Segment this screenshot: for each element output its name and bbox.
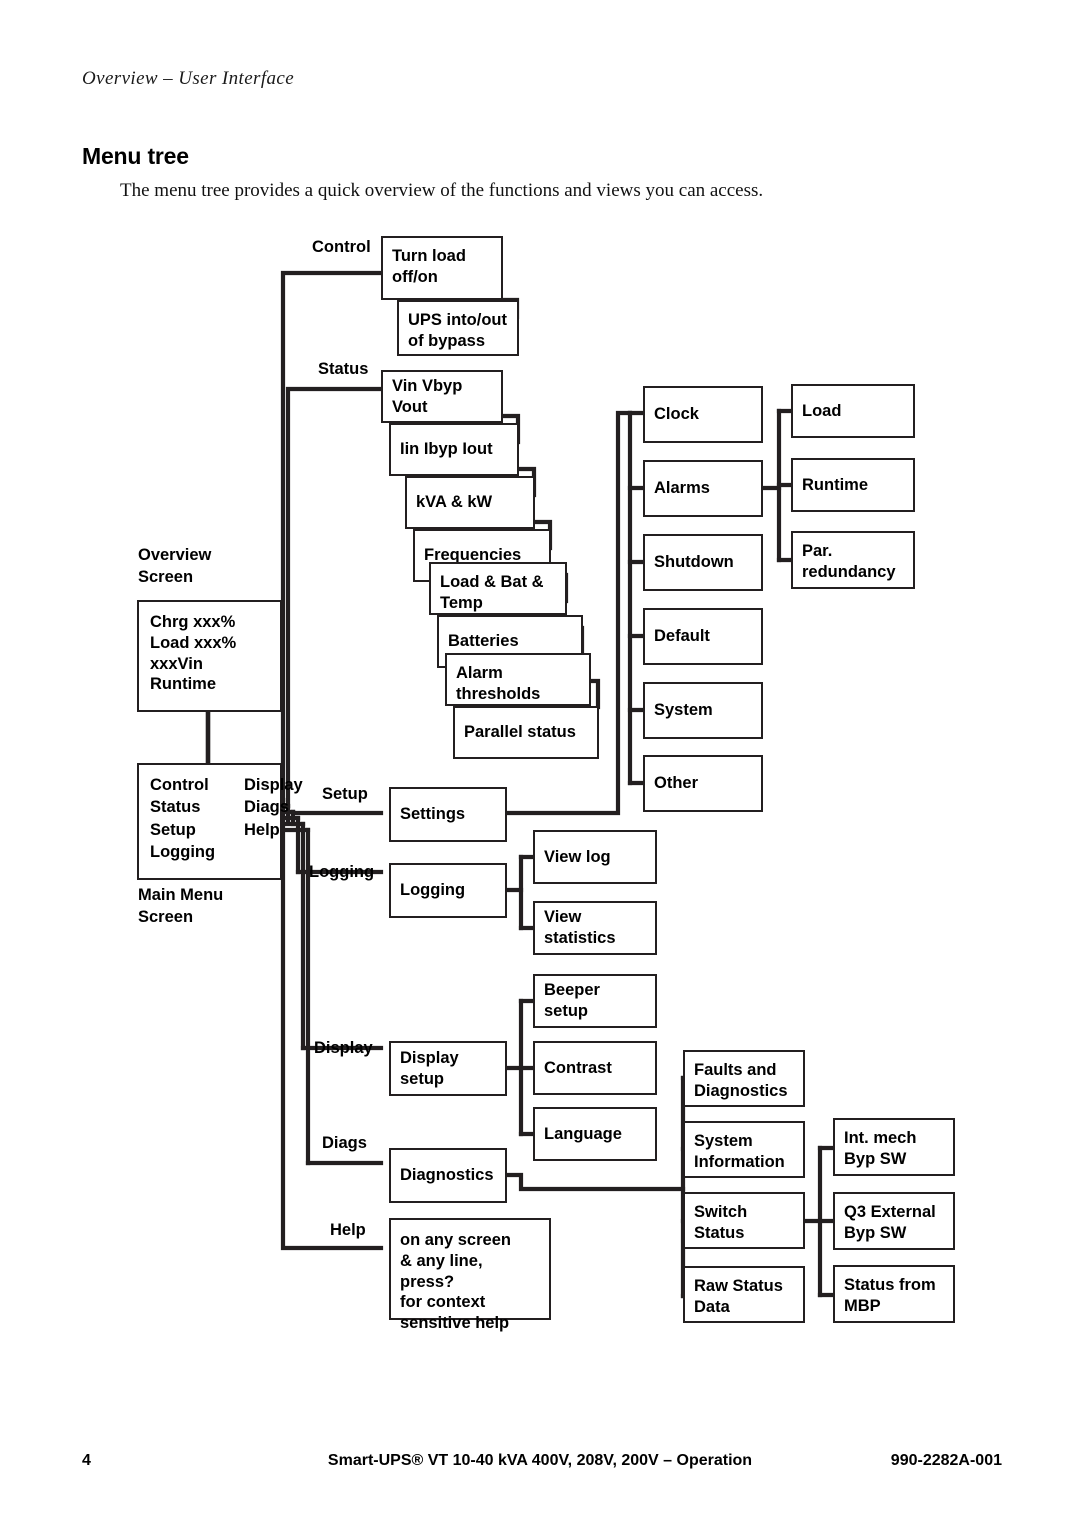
node-alarm-thresholds[interactable]: Alarm thresholds — [445, 653, 591, 706]
node-contrast[interactable]: Contrast — [533, 1041, 657, 1095]
node-view-statistics[interactable]: View statistics — [533, 901, 657, 955]
node-parallel-status[interactable]: Parallel status — [453, 706, 599, 759]
main-menu-item-status[interactable]: Status — [150, 796, 244, 818]
menu-tree-diagram: Control Turn load off/on UPS into/out of… — [0, 0, 1080, 1400]
node-other[interactable]: Other — [643, 755, 763, 812]
node-shutdown[interactable]: Shutdown — [643, 534, 763, 591]
node-logging[interactable]: Logging — [389, 863, 507, 918]
node-load[interactable]: Load — [791, 384, 915, 438]
node-clock[interactable]: Clock — [643, 386, 763, 443]
overview-line-chrg: Chrg xxx% — [150, 613, 236, 631]
footer-document-id: 990-2282A-001 — [890, 1452, 1002, 1469]
node-view-log[interactable]: View log — [533, 830, 657, 884]
branch-label-control: Control — [312, 238, 371, 256]
branch-label-status: Status — [318, 360, 369, 378]
node-faults-and-diagnostics[interactable]: Faults and Diagnostics — [683, 1050, 805, 1107]
main-menu-item-blank — [244, 841, 303, 863]
main-menu-screen-box[interactable]: Control Display Status Diags Setup Help … — [137, 763, 303, 880]
overview-line-vin: xxxVin — [150, 654, 203, 673]
overview-screen-caption: Overview Screen — [138, 546, 212, 586]
node-beeper-setup[interactable]: Beeper setup — [533, 974, 657, 1028]
node-int-mech-byp-sw[interactable]: Int. mech Byp SW — [833, 1118, 955, 1176]
node-par-redundancy[interactable]: Par. redundancy — [791, 531, 915, 589]
node-display-setup[interactable]: Display setup — [389, 1041, 507, 1096]
node-alarms[interactable]: Alarms — [643, 460, 763, 517]
node-q3-external-byp-sw[interactable]: Q3 External Byp SW — [833, 1192, 955, 1250]
node-diagnostics[interactable]: Diagnostics — [389, 1148, 507, 1203]
node-settings[interactable]: Settings — [389, 787, 507, 842]
node-load-bat-temp[interactable]: Load & Bat & Temp — [429, 562, 567, 615]
node-kva-kw[interactable]: kVA & kW — [405, 476, 535, 529]
main-menu-item-setup[interactable]: Setup — [150, 819, 244, 841]
node-ups-into-out-of-bypass[interactable]: UPS into/out of bypass — [397, 300, 519, 356]
node-system[interactable]: System — [643, 682, 763, 739]
overview-line-runtime: Runtime — [150, 675, 216, 694]
branch-label-display: Display — [314, 1039, 373, 1057]
node-runtime[interactable]: Runtime — [791, 458, 915, 512]
overview-screen-box[interactable]: Chrg xxx% Load xxx% xxxVin Runtime — [137, 600, 282, 712]
node-system-information[interactable]: System Information — [683, 1121, 805, 1178]
branch-label-setup: Setup — [322, 785, 368, 803]
overview-line-load: Load xxx% — [150, 633, 237, 652]
main-menu-item-help[interactable]: Help — [244, 819, 303, 841]
node-raw-status-data[interactable]: Raw Status Data — [683, 1266, 805, 1323]
document-page: Overview – User Interface Menu tree The … — [0, 0, 1080, 1528]
branch-label-help: Help — [330, 1221, 366, 1239]
node-switch-status[interactable]: Switch Status — [683, 1192, 805, 1249]
main-menu-item-logging[interactable]: Logging — [150, 841, 244, 863]
node-vin-vbyp-vout[interactable]: Vin Vbyp Vout — [381, 370, 503, 423]
node-iin-ibyp-iout[interactable]: Iin Ibyp Iout — [389, 423, 519, 476]
branch-label-diags: Diags — [322, 1134, 367, 1152]
main-menu-screen-caption: Main Menu Screen — [138, 886, 224, 926]
node-turn-load-off-on[interactable]: Turn load off/on — [381, 236, 503, 300]
main-menu-item-control[interactable]: Control — [150, 774, 244, 796]
node-default[interactable]: Default — [643, 608, 763, 665]
branch-label-logging: Logging — [309, 863, 375, 881]
node-language[interactable]: Language — [533, 1107, 657, 1161]
node-help-text[interactable]: on any screen & any line, press? for con… — [389, 1218, 551, 1332]
main-menu-item-display[interactable]: Display — [244, 774, 303, 796]
node-status-from-mbp[interactable]: Status from MBP — [833, 1265, 955, 1323]
main-menu-item-diags[interactable]: Diags — [244, 796, 303, 818]
